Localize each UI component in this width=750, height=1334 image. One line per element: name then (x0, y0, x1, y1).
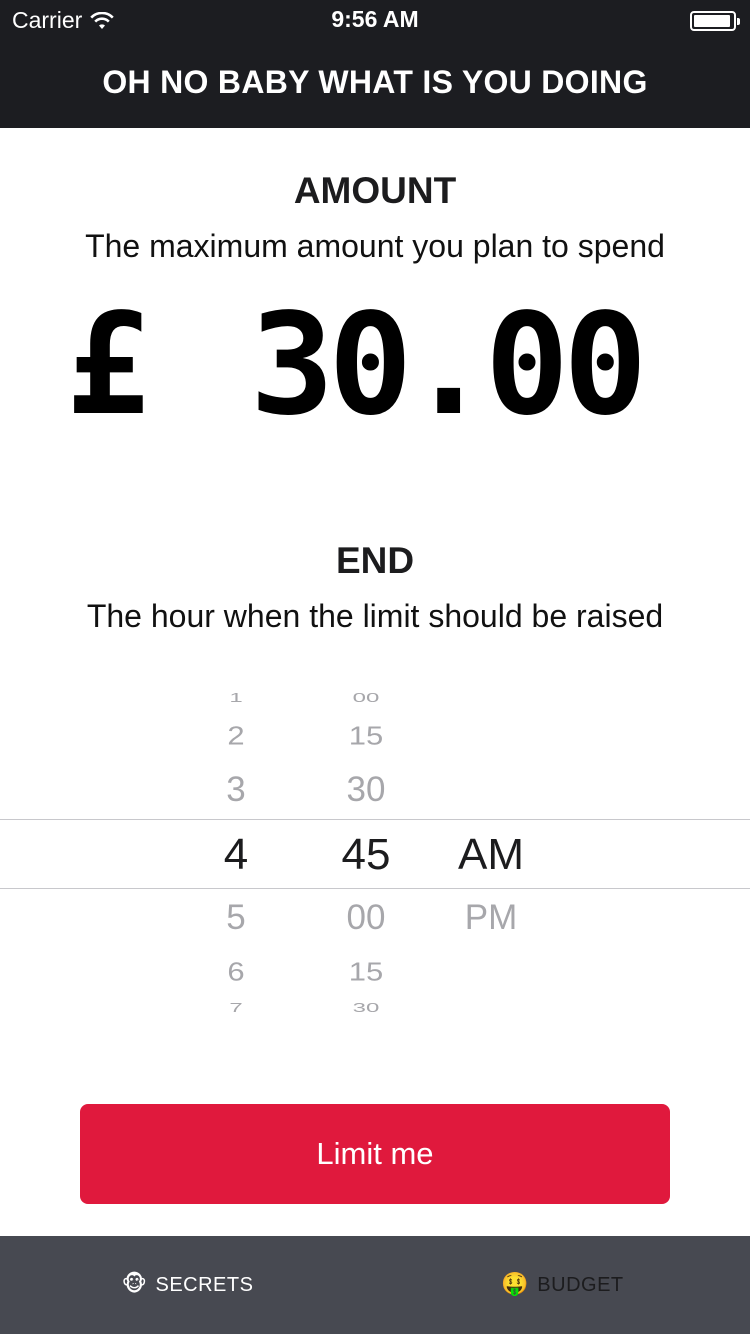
tab-budget-label: BUDGET (537, 1273, 624, 1296)
hour-option[interactable]: 2 (186, 721, 286, 752)
money-mouth-face-icon: 🤑 (501, 1272, 530, 1297)
hour-option[interactable]: 6 (186, 957, 286, 988)
hour-column[interactable]: 1 2 3 4 5 6 7 (186, 676, 286, 1028)
period-column[interactable]: AM PM (436, 676, 546, 1028)
hour-option[interactable]: 5 (186, 898, 286, 938)
period-option[interactable]: PM (436, 898, 546, 938)
tab-secrets-label: SECRETS (155, 1273, 254, 1296)
amount-value[interactable]: 30.00 (250, 296, 647, 436)
end-title: END (335, 540, 415, 581)
hour-option[interactable]: 1 (186, 690, 286, 705)
status-time: 9:56 AM (331, 6, 419, 32)
battery-icon (690, 11, 740, 31)
nav-title: OH NO BABY WHAT IS YOU DOING (102, 64, 648, 100)
tab-budget[interactable]: 🤑 BUDGET (375, 1236, 750, 1334)
end-subtitle: The hour when the limit should be raised (86, 598, 664, 634)
amount-input[interactable]: £ 30.00 (0, 296, 750, 436)
hour-option[interactable]: 3 (186, 770, 286, 810)
minute-option[interactable]: 00 (316, 690, 416, 705)
monkey-face-icon: 🐵 (121, 1272, 148, 1297)
period-option-selected[interactable]: AM (436, 830, 546, 880)
hour-option-selected[interactable]: 4 (186, 830, 286, 880)
minute-option[interactable]: 15 (316, 957, 416, 988)
minute-option[interactable]: 15 (316, 721, 416, 752)
status-bar: Carrier 9:56 AM (0, 0, 750, 40)
currency-symbol: £ (66, 284, 151, 447)
hour-option[interactable]: 7 (186, 1000, 286, 1015)
minute-column[interactable]: 00 15 30 45 00 15 30 (316, 676, 416, 1028)
amount-title: AMOUNT (293, 170, 457, 211)
tab-secrets[interactable]: 🐵 SECRETS (0, 1236, 375, 1334)
time-picker[interactable]: 1 2 3 4 5 6 7 00 15 30 45 00 15 30 AM PM (0, 676, 750, 1028)
minute-option[interactable]: 30 (316, 770, 416, 810)
amount-subtitle: The maximum amount you plan to spend (85, 228, 665, 264)
top-bar: Carrier 9:56 AM OH NO BABY WHAT IS YOU D… (0, 0, 750, 128)
minute-option-selected[interactable]: 45 (316, 830, 416, 880)
minute-option[interactable]: 00 (316, 898, 416, 938)
tab-bar: 🐵 SECRETS 🤑 BUDGET (0, 1236, 750, 1334)
limit-me-button[interactable]: Limit me (80, 1104, 670, 1204)
minute-option[interactable]: 30 (316, 1000, 416, 1015)
